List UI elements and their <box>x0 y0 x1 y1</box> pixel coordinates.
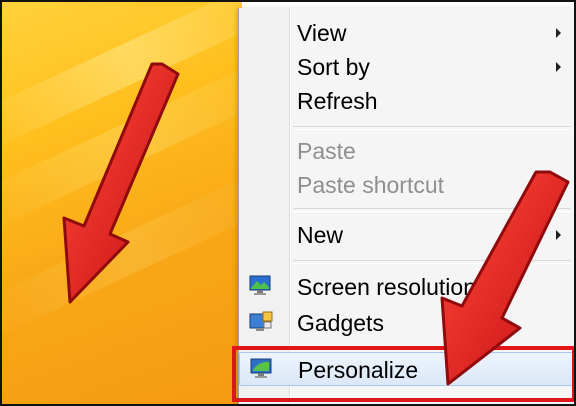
annotation-arrows <box>62 62 570 386</box>
pointing-arrow-right <box>440 170 570 386</box>
screenshot-frame: View Sort by Refresh Paste Paste shortcu… <box>0 0 576 406</box>
pointing-arrow-left <box>62 62 180 304</box>
